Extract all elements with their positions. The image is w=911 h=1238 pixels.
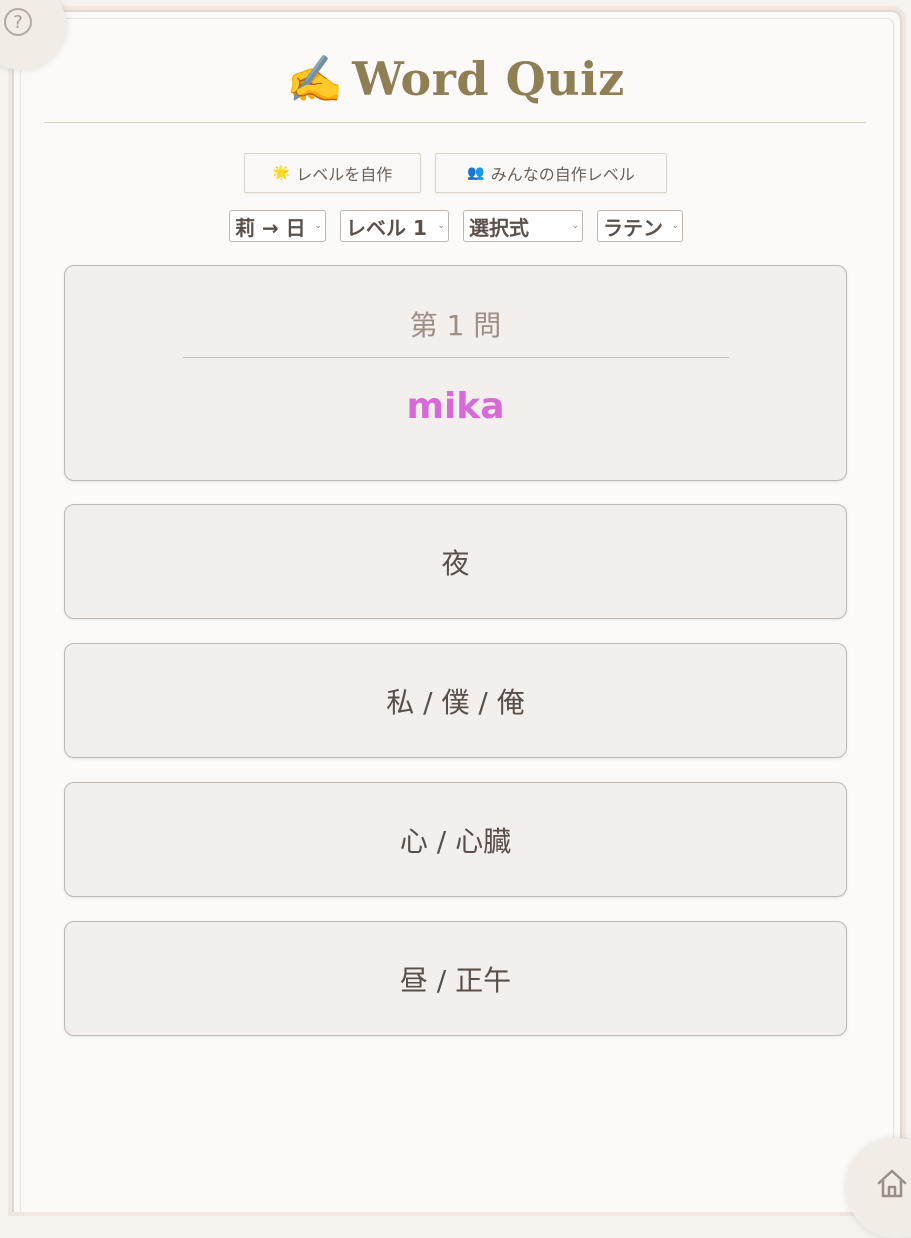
chevron-down-icon: ⌄: [314, 221, 322, 231]
mode-select-value: 選択式: [469, 215, 529, 240]
question-word: mika: [406, 386, 505, 427]
page-title: ✍️ Word Quiz: [0, 52, 911, 107]
title-text: Word Quiz: [352, 52, 625, 106]
writing-hand-icon: ✍️: [286, 52, 345, 106]
title-divider: [44, 122, 866, 123]
question-divider: [183, 357, 729, 358]
question-card: 第 1 問 mika: [64, 265, 847, 481]
answer-option[interactable]: 心 / 心臓: [64, 782, 847, 897]
answer-option[interactable]: 昼 / 正午: [64, 921, 847, 1036]
chevron-down-icon: ⌄: [571, 221, 579, 231]
help-icon[interactable]: ?: [4, 8, 32, 36]
level-select-value: レベル 1: [346, 215, 427, 240]
direction-select[interactable]: 莉 → 日 ⌄: [229, 210, 326, 242]
answer-option[interactable]: 夜: [64, 504, 847, 619]
chevron-down-icon: ⌄: [437, 221, 445, 231]
level-select[interactable]: レベル 1 ⌄: [340, 210, 449, 242]
create-level-label: レベルを自作: [296, 165, 393, 184]
direction-select-value: 莉 → 日: [235, 215, 306, 240]
script-select-value: ラテン: [603, 215, 663, 240]
answer-option[interactable]: 私 / 僕 / 俺: [64, 643, 847, 758]
home-icon[interactable]: [876, 1168, 908, 1198]
question-number: 第 1 問: [409, 309, 502, 342]
create-level-button[interactable]: 🌟 レベルを自作: [244, 153, 421, 193]
community-levels-label: みんなの自作レベル: [490, 165, 635, 184]
community-levels-button[interactable]: 👥 みんなの自作レベル: [435, 153, 667, 193]
mode-select[interactable]: 選択式 ⌄: [463, 210, 583, 242]
users-icon: 👥: [467, 165, 485, 181]
chevron-down-icon: ⌄: [671, 221, 679, 231]
script-select[interactable]: ラテン ⌄: [597, 210, 683, 242]
star-icon: 🌟: [272, 165, 291, 181]
